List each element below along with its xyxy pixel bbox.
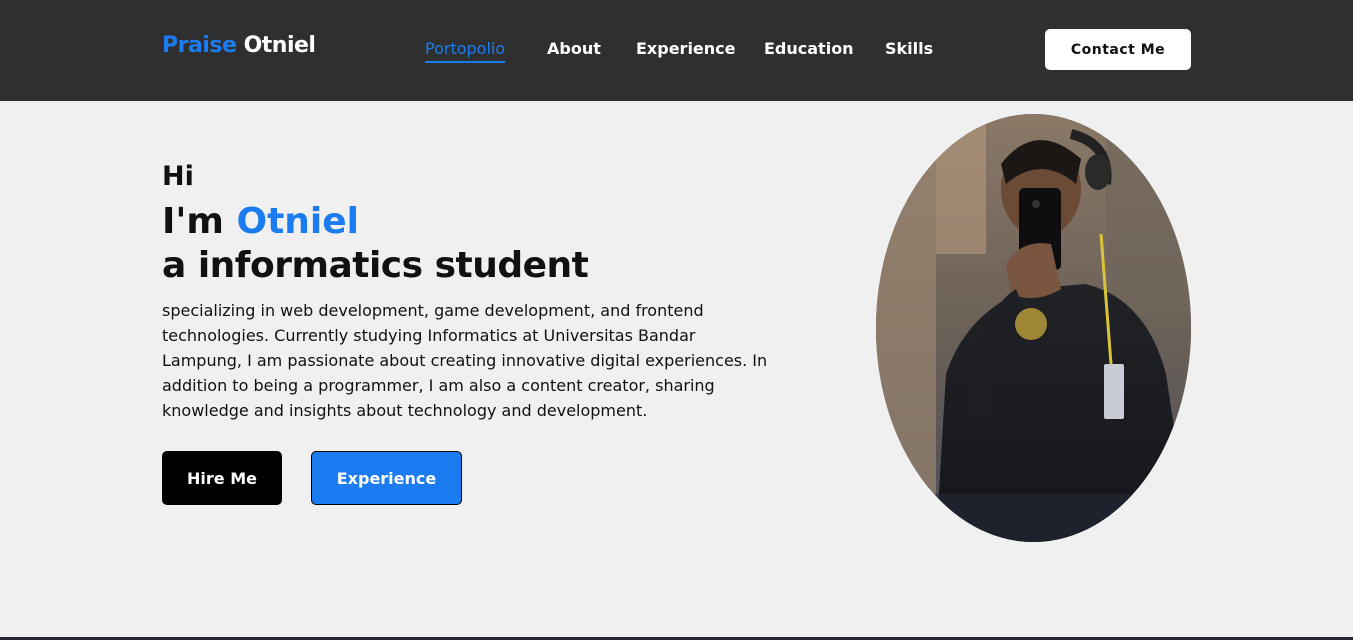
hero-intro-prefix: I'm [162, 201, 224, 242]
nav-active-underline [425, 61, 506, 63]
nav-item-portopolio[interactable]: Portopolio [425, 39, 506, 63]
hero-description: specializing in web development, game de… [162, 301, 768, 420]
nav-item-education[interactable]: Education [764, 39, 854, 63]
hire-me-button[interactable]: Hire Me [162, 451, 282, 505]
brand-first-name: Praise [162, 33, 237, 58]
profile-photo-illustration [876, 114, 1191, 542]
brand-last-name: Otniel [243, 33, 316, 58]
experience-button[interactable]: Experience [311, 451, 462, 505]
hero-role: a informatics student [162, 245, 589, 286]
nav-item-about[interactable]: About [547, 39, 601, 63]
hero-greeting: Hi [162, 161, 194, 192]
hero-intro: I'm Otniel [162, 201, 359, 242]
nav-item-skills[interactable]: Skills [885, 39, 933, 63]
top-navbar: Praise Otniel Portopolio About Experienc… [0, 0, 1353, 101]
contact-me-button[interactable]: Contact Me [1045, 29, 1191, 70]
nav-item-experience[interactable]: Experience [636, 39, 736, 63]
brand-logo[interactable]: Praise Otniel [162, 33, 316, 58]
hero-name: Otniel [236, 201, 360, 242]
profile-photo [876, 114, 1191, 542]
nav-item-label: Portopolio [425, 39, 506, 58]
